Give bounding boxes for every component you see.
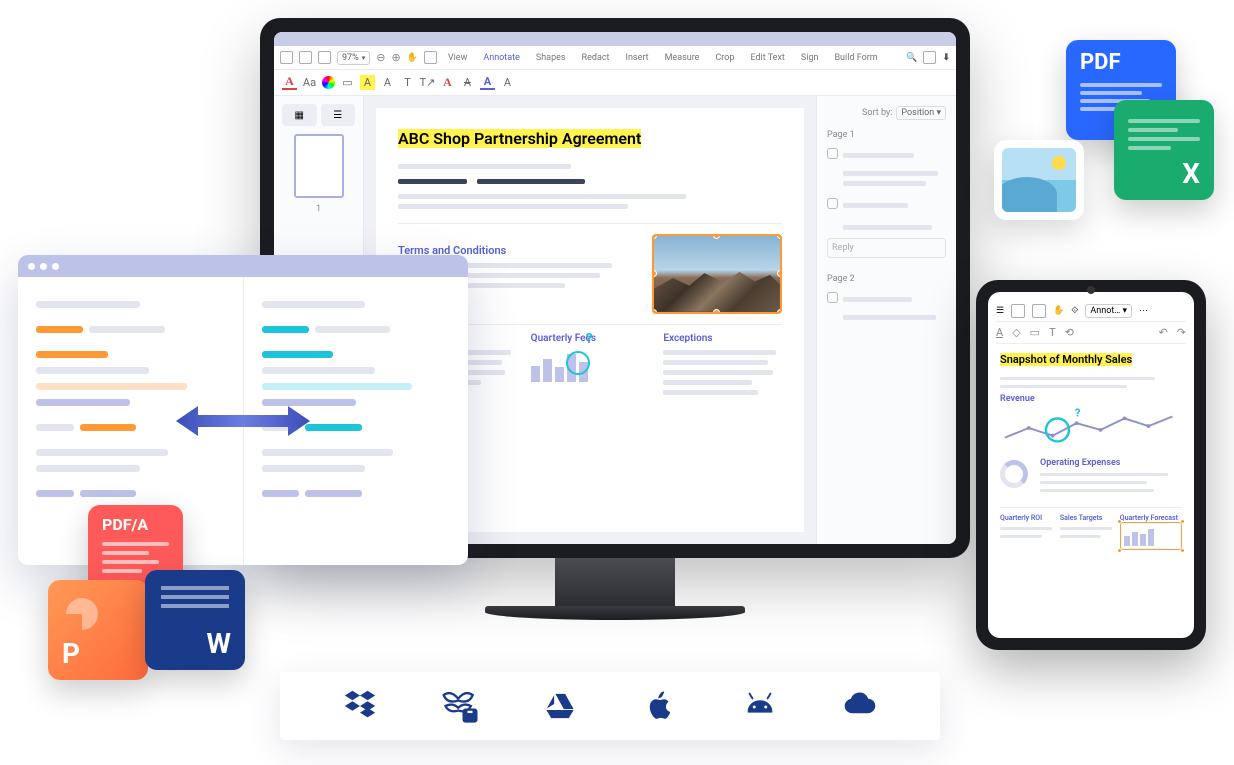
- page-icon[interactable]: [318, 51, 331, 64]
- android-icon: [740, 686, 780, 726]
- tablet-doc-title: Snapshot of Monthly Sales: [1000, 353, 1132, 366]
- text-color-icon[interactable]: A: [282, 75, 297, 90]
- select-icon[interactable]: ⟐: [1071, 306, 1078, 316]
- menu-icon[interactable]: [280, 51, 293, 64]
- search-icon[interactable]: 🔍: [906, 53, 917, 63]
- selected-image[interactable]: [652, 234, 782, 314]
- redo-icon[interactable]: ↷: [1177, 326, 1186, 339]
- underline-icon[interactable]: A: [996, 326, 1003, 339]
- compare-titlebar: [18, 255, 468, 277]
- integrations-bar: [280, 672, 940, 740]
- box-icon[interactable]: ▭: [340, 75, 355, 90]
- squiggly-icon[interactable]: A: [500, 75, 515, 90]
- annotate-ribbon: A Aa ▭ A A T T↗ A A A A: [274, 70, 956, 96]
- shape-icon[interactable]: ◇: [1012, 326, 1020, 339]
- tab-redact[interactable]: Redact: [577, 51, 615, 65]
- window-titlebar: [274, 32, 956, 46]
- zoom-control[interactable]: 97%▾: [337, 51, 370, 65]
- zoom-out-icon[interactable]: ⊖: [376, 51, 385, 64]
- panel-icon[interactable]: [1011, 304, 1025, 318]
- main-toolbar: 97%▾ ⊖ ⊕ ✋ View Annotate Shapes Redact I…: [274, 46, 956, 70]
- outline-view-tab[interactable]: ☰: [321, 104, 356, 126]
- tab-shapes[interactable]: Shapes: [531, 51, 571, 65]
- forecast-heading: Quarterly Forecast: [1120, 514, 1182, 522]
- tablet-ribbon: A ◇ ▭ T ⟲ ↶ ↷: [996, 322, 1186, 344]
- zoom-in-icon[interactable]: ⊕: [391, 51, 400, 64]
- sort-label: Sort by:: [862, 108, 892, 118]
- sort-select[interactable]: Position ▾: [896, 106, 946, 120]
- line-chart: ?: [1000, 408, 1182, 448]
- tablet-device: ☰ ✋ ⟐ Annot… ▾ ⋯ A ◇ ▭ T ⟲ ↶ ↷ Snapshot …: [976, 280, 1206, 650]
- hand-icon[interactable]: ✋: [1053, 306, 1064, 316]
- tab-annotate[interactable]: Annotate: [478, 51, 525, 65]
- butterfly-save-icon: [440, 686, 480, 726]
- tab-sign[interactable]: Sign: [796, 51, 824, 65]
- tab-edit-text[interactable]: Edit Text: [745, 51, 789, 65]
- font-icon[interactable]: Aa: [302, 75, 317, 90]
- rect-icon[interactable]: ▭: [1030, 326, 1040, 339]
- comment-checkbox[interactable]: [827, 148, 838, 159]
- apple-icon: [640, 686, 680, 726]
- revenue-heading: Revenue: [1000, 394, 1182, 404]
- tab-insert[interactable]: Insert: [621, 51, 654, 65]
- expenses-heading: Operating Expenses: [1040, 458, 1182, 468]
- targets-heading: Sales Targets: [1060, 514, 1112, 522]
- annotate-dropdown[interactable]: Annot… ▾: [1085, 304, 1132, 318]
- more-icon[interactable]: ⋯: [1139, 306, 1148, 316]
- image-badge: [994, 140, 1084, 220]
- panel-icon[interactable]: [299, 51, 312, 64]
- word-badge: W: [145, 570, 245, 670]
- tab-build-form[interactable]: Build Form: [829, 51, 882, 65]
- page-thumbnail[interactable]: [294, 134, 344, 198]
- tab-view[interactable]: View: [443, 51, 472, 65]
- onedrive-icon: [840, 686, 880, 726]
- question-annotation: ?: [586, 331, 593, 347]
- link-icon[interactable]: ⟲: [1065, 326, 1074, 339]
- underline-icon[interactable]: A: [480, 75, 495, 90]
- donut-chart: [1000, 460, 1028, 488]
- text-icon[interactable]: A: [380, 75, 395, 90]
- comment-checkbox[interactable]: [827, 292, 838, 303]
- copy-icon[interactable]: [923, 51, 936, 64]
- circle-annotation: [566, 351, 590, 375]
- page-icon[interactable]: [1032, 304, 1046, 318]
- page1-label: Page 1: [827, 130, 946, 140]
- tablet-toolbar: ☰ ✋ ⟐ Annot… ▾ ⋯: [996, 300, 1186, 322]
- crop-icon[interactable]: [424, 51, 437, 64]
- comments-panel: Sort by: Position ▾ Page 1 Reply Page 2: [816, 96, 956, 544]
- tab-crop[interactable]: Crop: [710, 51, 739, 65]
- callout-icon[interactable]: T↗: [420, 75, 435, 90]
- document-title: ABC Shop Partnership Agreement: [398, 129, 641, 148]
- bar-chart: [531, 350, 650, 382]
- google-drive-icon: [540, 686, 580, 726]
- hand-icon[interactable]: ✋: [407, 53, 418, 63]
- text-box-icon[interactable]: T: [400, 75, 415, 90]
- compare-window: [18, 255, 468, 565]
- text-icon[interactable]: T: [1049, 326, 1056, 339]
- comment-checkbox[interactable]: [827, 198, 838, 209]
- red-a-icon[interactable]: A: [440, 75, 455, 90]
- powerpoint-badge: P: [48, 580, 148, 680]
- menu-icon[interactable]: ☰: [996, 306, 1004, 316]
- selected-forecast-chart[interactable]: [1120, 522, 1182, 550]
- color-picker-icon[interactable]: [322, 76, 335, 89]
- highlight-icon[interactable]: A: [360, 75, 375, 90]
- page2-label: Page 2: [827, 274, 946, 284]
- strike-icon[interactable]: A: [460, 75, 475, 90]
- dropbox-icon: [340, 686, 380, 726]
- thumb-view-tab[interactable]: ▦: [282, 104, 317, 126]
- page-number: 1: [282, 204, 355, 214]
- svg-text:?: ?: [1075, 408, 1081, 420]
- swap-arrow-icon: [168, 403, 318, 439]
- reply-input[interactable]: Reply: [827, 238, 946, 258]
- excel-badge: X: [1114, 100, 1214, 200]
- undo-icon[interactable]: ↶: [1159, 326, 1168, 339]
- tab-measure[interactable]: Measure: [660, 51, 705, 65]
- download-icon[interactable]: ⬇: [942, 53, 950, 63]
- exceptions-heading: Exceptions: [663, 333, 782, 344]
- roi-heading: Quarterly ROI: [1000, 514, 1052, 522]
